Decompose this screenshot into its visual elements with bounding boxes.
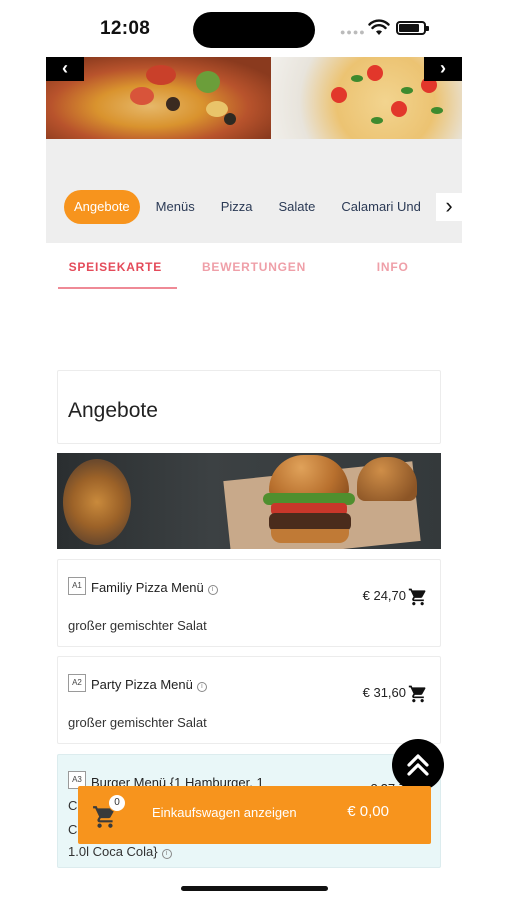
- chevron-right-icon: ›: [445, 193, 453, 218]
- add-to-cart-icon[interactable]: [408, 587, 428, 607]
- menu-item-a1[interactable]: A1 Familiy Pizza Menü i großer gemischter…: [57, 559, 441, 647]
- hero-next-button[interactable]: ›: [424, 57, 462, 81]
- info-icon[interactable]: i: [207, 585, 218, 595]
- category-chip-angebote[interactable]: Angebote: [64, 190, 140, 224]
- hero-prev-button[interactable]: ‹: [46, 57, 84, 81]
- tab-bewertungen[interactable]: BEWERTUNGEN: [185, 243, 324, 291]
- cart-total: € 0,00: [347, 803, 389, 820]
- item-name-line2: C: [68, 798, 78, 813]
- item-name: Familiy Pizza Menü i: [91, 576, 218, 600]
- double-chevron-up-icon: [407, 754, 429, 776]
- dynamic-island: [193, 12, 315, 48]
- add-to-cart-icon[interactable]: [408, 684, 428, 704]
- home-indicator[interactable]: [181, 886, 328, 891]
- battery-icon: [396, 21, 429, 35]
- burger-bun-bottom: [271, 529, 349, 543]
- category-bar: Angebote Menüs Pizza Salate Calamari Und…: [46, 139, 462, 243]
- item-name: Party Pizza Menü i: [91, 673, 207, 697]
- item-name-text: Party Pizza Menü: [91, 677, 193, 692]
- burger-back: [357, 457, 417, 501]
- item-code-badge: A2: [68, 674, 86, 692]
- tab-info[interactable]: INFO: [323, 243, 462, 291]
- item-name-line3: C: [68, 822, 78, 837]
- status-bar: 12:08 ●●●●: [0, 0, 507, 56]
- menu-item-a2[interactable]: A2 Party Pizza Menü i großer gemischter S…: [57, 656, 441, 744]
- cellular-signal-icon: ●●●●: [340, 27, 366, 37]
- section-banner-image: [57, 453, 441, 549]
- view-cart-button[interactable]: 0 Einkaufswagen anzeigen € 0,00: [78, 786, 431, 844]
- category-chip-calamari[interactable]: Calamari Und: [331, 190, 430, 224]
- tab-bar: SPEISEKARTE BEWERTUNGEN INFO: [46, 243, 462, 291]
- category-chip-pizza[interactable]: Pizza: [211, 190, 263, 224]
- item-price: € 31,60: [362, 685, 406, 700]
- item-name-text: 1.0l Coca Cola}: [68, 844, 158, 859]
- wifi-icon: [368, 19, 390, 35]
- item-price: € 24,70: [362, 588, 406, 603]
- section-header: Angebote: [57, 370, 441, 444]
- category-chip-menues[interactable]: Menüs: [146, 190, 205, 224]
- item-description: großer gemischter Salat: [68, 715, 207, 730]
- chevron-left-icon: ‹: [62, 58, 68, 78]
- section-title: Angebote: [68, 399, 158, 422]
- category-chip-salate[interactable]: Salate: [269, 190, 326, 224]
- item-description: großer gemischter Salat: [68, 618, 207, 633]
- status-time: 12:08: [100, 18, 151, 39]
- item-code-badge: A1: [68, 577, 86, 595]
- info-icon[interactable]: i: [161, 849, 172, 859]
- tab-speisekarte[interactable]: SPEISEKARTE: [46, 243, 185, 291]
- item-name-line4: 1.0l Coca Cola} i: [68, 844, 172, 859]
- scroll-to-top-button[interactable]: [392, 739, 444, 791]
- hero-image: ‹ ›: [46, 57, 462, 139]
- item-name-text: Familiy Pizza Menü: [91, 580, 204, 595]
- info-icon[interactable]: i: [196, 682, 207, 692]
- fries-plate: [63, 459, 131, 545]
- chevron-right-icon: ›: [440, 58, 446, 78]
- burger-bun-top: [269, 455, 349, 497]
- cart-count-badge: 0: [108, 794, 126, 812]
- cart-label: Einkaufswagen anzeigen: [152, 805, 297, 820]
- category-list: Angebote Menüs Pizza Salate Calamari Und: [64, 190, 437, 224]
- category-scroll-right-button[interactable]: ›: [436, 193, 462, 221]
